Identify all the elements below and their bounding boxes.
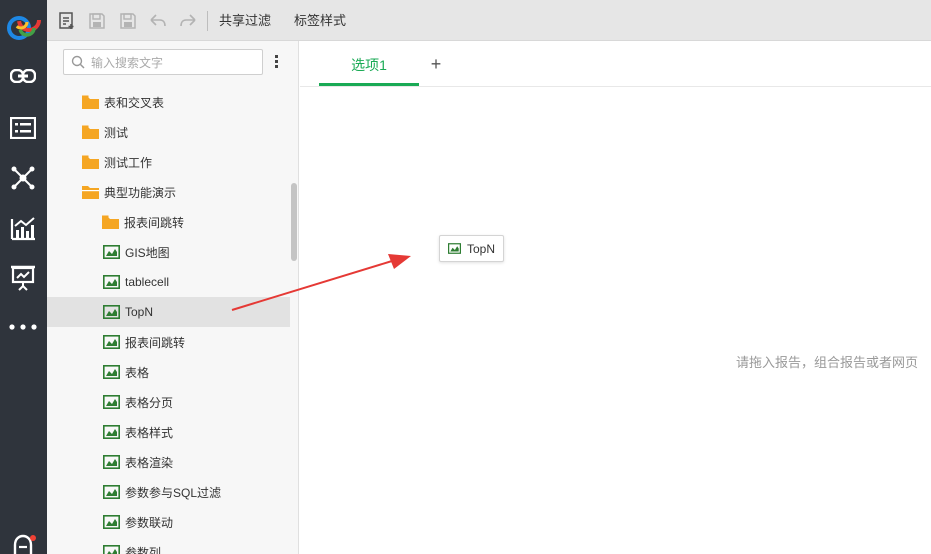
notification-dot	[30, 535, 36, 541]
resource-tree: 表和交叉表测试测试工作典型功能演示报表间跳转 GIS地图 tablecell TopN…	[47, 87, 290, 554]
tree-item-report[interactable]: TopN	[47, 297, 290, 327]
report-icon	[103, 395, 120, 409]
tree-item-report[interactable]: 报表间跳转	[47, 327, 290, 357]
report-icon	[103, 335, 120, 349]
tree-item-report[interactable]: 参数联动	[47, 507, 290, 537]
report-icon	[103, 245, 120, 259]
more-icon[interactable]	[8, 312, 38, 342]
search-box	[63, 49, 263, 75]
toolbar: 共享过滤 标签样式	[47, 0, 931, 41]
tree-item-folder[interactable]: 测试工作	[47, 147, 290, 177]
new-report-icon[interactable]	[57, 11, 77, 31]
tree-item-label: 测试	[104, 125, 129, 140]
tree-item-report[interactable]: 参数列	[47, 537, 290, 554]
sidebar-menu-icon[interactable]	[271, 53, 283, 71]
tree-item-label: 表和交叉表	[104, 95, 165, 110]
tree-item-folder[interactable]: 表和交叉表	[47, 87, 290, 117]
undo-icon[interactable]	[148, 11, 168, 31]
tree-item-report[interactable]: 表格	[47, 357, 290, 387]
tab-option-1[interactable]: 选项1	[319, 41, 419, 87]
tree-item-label: GIS地图	[125, 245, 170, 260]
presentation-icon[interactable]	[8, 263, 38, 293]
folder-icon	[82, 95, 99, 109]
tab-bar: 选项1 +	[300, 41, 931, 87]
report-icon	[103, 455, 120, 469]
report-icon	[103, 365, 120, 379]
tree-item-label: 表格样式	[125, 425, 174, 440]
tree-item-label: 表格	[125, 365, 150, 380]
analysis-chart-icon[interactable]	[8, 213, 38, 243]
tree-item-report[interactable]: 表格渲染	[47, 447, 290, 477]
save-icon[interactable]	[87, 11, 107, 31]
tree-item-report[interactable]: GIS地图	[47, 237, 290, 267]
report-icon	[448, 243, 461, 254]
network-icon[interactable]	[8, 163, 38, 193]
tree-item-folder[interactable]: 典型功能演示	[47, 177, 290, 207]
tree-item-report[interactable]: 表格样式	[47, 417, 290, 447]
list-icon[interactable]	[8, 113, 38, 143]
left-nav-rail	[0, 0, 47, 554]
save-as-icon[interactable]	[118, 11, 138, 31]
search-input[interactable]	[91, 54, 256, 71]
folder-open-icon	[82, 186, 99, 199]
report-icon	[103, 485, 120, 499]
dashboard-canvas: 选项1 + TopN 请拖入报告，组合报告或者网页	[300, 41, 931, 554]
sidebar-scrollbar[interactable]	[290, 87, 299, 554]
tree-item-label: 测试工作	[104, 155, 153, 170]
active-tab-indicator	[319, 83, 419, 86]
tree-item-label: tablecell	[125, 275, 170, 289]
report-icon	[103, 545, 120, 554]
drag-chip-label: TopN	[467, 241, 496, 256]
tree-item-label: 表格渲染	[125, 455, 174, 470]
drop-hint-text: 请拖入报告，组合报告或者网页	[736, 355, 919, 370]
user-icon[interactable]	[8, 530, 38, 554]
tree-item-report[interactable]: 参数参与SQL过滤	[47, 477, 290, 507]
share-filter-button[interactable]: 共享过滤	[219, 13, 271, 29]
report-icon	[103, 305, 120, 319]
tree-item-label: 参数列	[125, 545, 162, 554]
app-logo-icon[interactable]	[5, 6, 43, 44]
toolbar-divider	[207, 11, 208, 31]
tree-item-report[interactable]: 表格分页	[47, 387, 290, 417]
report-icon	[103, 275, 120, 289]
report-icon	[103, 425, 120, 439]
add-tab-button[interactable]: +	[426, 54, 446, 74]
scrollbar-thumb[interactable]	[291, 183, 297, 261]
tree-item-label: 报表间跳转	[124, 215, 185, 230]
tree-item-label: 报表间跳转	[125, 335, 186, 350]
tree-item-label: TopN	[125, 305, 154, 319]
tag-style-button[interactable]: 标签样式	[294, 13, 346, 29]
tree-item-label: 表格分页	[125, 395, 174, 410]
folder-icon	[82, 155, 99, 169]
folder-icon	[82, 125, 99, 139]
tree-item-folder[interactable]: 测试	[47, 117, 290, 147]
tree-item-report[interactable]: tablecell	[47, 267, 290, 297]
folder-icon	[102, 215, 119, 229]
search-icon	[71, 55, 85, 69]
link-icon[interactable]	[8, 61, 38, 91]
redo-icon[interactable]	[178, 11, 198, 31]
tree-item-label: 典型功能演示	[104, 185, 177, 200]
dragging-report-chip[interactable]: TopN	[439, 235, 504, 262]
tree-item-label: 参数参与SQL过滤	[125, 485, 222, 500]
report-icon	[103, 515, 120, 529]
tree-item-label: 参数联动	[125, 515, 174, 530]
tree-item-folder[interactable]: 报表间跳转	[47, 207, 290, 237]
resource-sidebar: 表和交叉表测试测试工作典型功能演示报表间跳转 GIS地图 tablecell TopN…	[47, 41, 299, 554]
